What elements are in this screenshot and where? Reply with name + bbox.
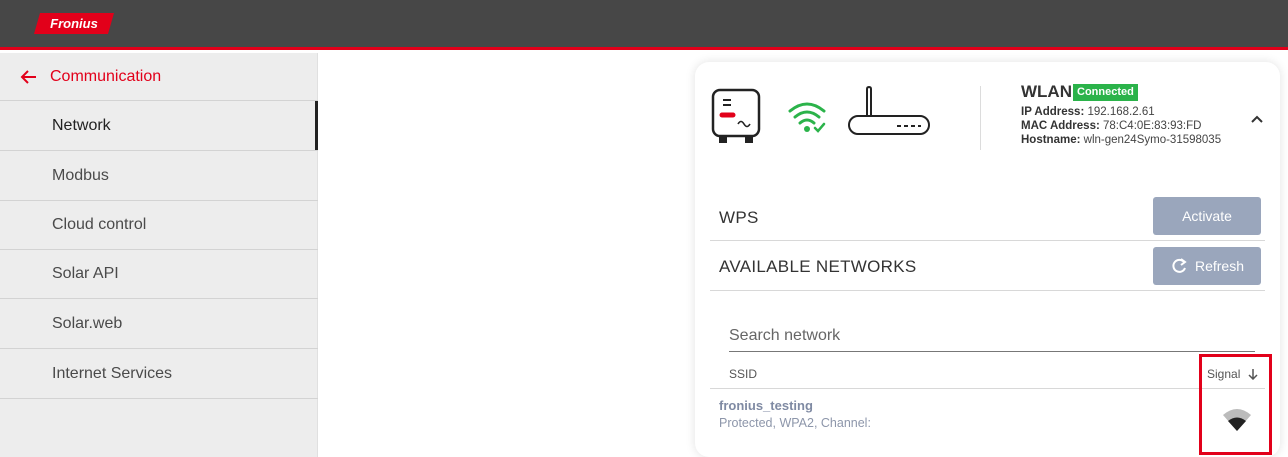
mac-address: MAC Address: 78:C4:0E:83:93:FD [1021, 120, 1201, 132]
arrow-left-icon [20, 69, 36, 84]
sidebar-item-label: Solar.web [52, 314, 123, 332]
sidebar-item-cloud-control[interactable]: Cloud control [0, 200, 318, 250]
sidebar-item-label: Cloud control [52, 215, 147, 233]
sidebar-item-modbus[interactable]: Modbus [0, 151, 318, 201]
sidebar-item-label: Modbus [52, 166, 109, 184]
sidebar: Communication Network Modbus Cloud contr… [0, 53, 318, 457]
refresh-button[interactable]: Refresh [1153, 247, 1261, 285]
ip-value: 192.168.2.61 [1087, 106, 1155, 118]
ssid-column-header: SSID [729, 367, 758, 381]
inverter-icon [711, 88, 761, 143]
status-divider [980, 86, 981, 150]
refresh-label: Refresh [1194, 258, 1245, 274]
connection-status-badge: Connected [1073, 84, 1138, 101]
sidebar-item-internet-services[interactable]: Internet Services [0, 349, 318, 399]
sidebar-item-solar-web[interactable]: Solar.web [0, 299, 318, 349]
hostname-value: wln-gen24Symo-31598035 [1083, 134, 1222, 146]
fronius-logo[interactable]: Fronius [32, 12, 116, 35]
sidebar-item-label: Internet Services [52, 364, 173, 382]
hostname: Hostname: wln-gen24Symo-31598035 [1021, 134, 1221, 146]
wifi-connected-icon [788, 102, 826, 133]
sidebar-item-solar-api[interactable]: Solar API [0, 249, 318, 299]
ip-label: IP Address: [1021, 106, 1085, 118]
activate-wps-button[interactable]: Activate [1153, 197, 1261, 235]
sidebar-item-network[interactable]: Network [0, 101, 318, 151]
mac-label: MAC Address: [1021, 120, 1100, 132]
back-label: Communication [50, 67, 162, 85]
back-to-communication[interactable]: Communication [0, 53, 318, 101]
network-ssid: fronius_testing [719, 398, 813, 413]
divider [710, 240, 1265, 241]
hostname-label: Hostname: [1021, 134, 1081, 146]
wps-label: WPS [719, 208, 759, 227]
top-bar: Fronius [0, 0, 1288, 50]
logo-text: Fronius [50, 16, 98, 31]
divider [710, 290, 1265, 291]
ip-address: IP Address: 192.168.2.61 [1021, 106, 1155, 118]
wlan-title: WLAN [1021, 82, 1072, 101]
search-network-input[interactable] [729, 320, 1255, 352]
mac-value: 78:C4:0E:83:93:FD [1103, 120, 1202, 132]
divider [710, 388, 1265, 389]
signal-highlight-box [1199, 354, 1272, 455]
sidebar-item-label: Solar API [52, 264, 119, 282]
chevron-up-icon[interactable] [1250, 114, 1264, 124]
router-icon [848, 86, 930, 135]
network-card: WLAN Connected IP Address: 192.168.2.61 … [695, 62, 1280, 457]
available-networks-label: AVAILABLE NETWORKS [719, 257, 917, 276]
refresh-icon [1172, 258, 1187, 273]
sidebar-item-label: Network [52, 116, 111, 134]
network-details: Protected, WPA2, Channel: [719, 416, 871, 430]
